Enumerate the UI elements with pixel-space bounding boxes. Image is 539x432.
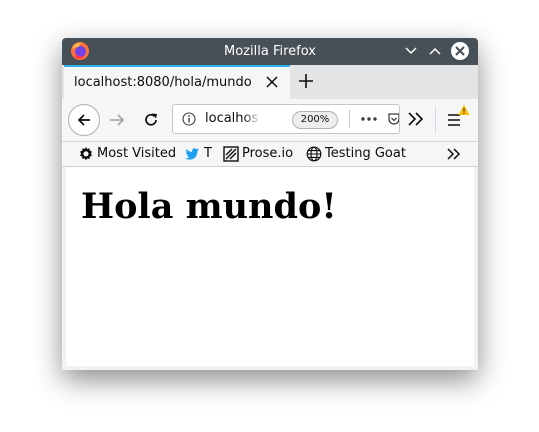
- bookmark-label: T: [204, 146, 212, 161]
- back-button[interactable]: [68, 104, 100, 136]
- back-arrow-icon: [77, 114, 90, 126]
- url-fade: [243, 107, 261, 131]
- url-bar-separator: [349, 110, 350, 128]
- prose-icon: [223, 146, 239, 162]
- url-bar[interactable]: localhost 200%: [172, 104, 400, 134]
- close-window-button[interactable]: [451, 42, 469, 60]
- gear-icon: [80, 147, 92, 161]
- tab-active[interactable]: localhost:8080/hola/mundo: [64, 65, 290, 99]
- page-heading: Hola mundo!: [81, 186, 337, 227]
- tab-label: localhost:8080/hola/mundo: [74, 75, 252, 90]
- tab-strip: localhost:8080/hola/mundo: [62, 65, 478, 99]
- globe-icon: [306, 146, 322, 162]
- pocket-icon[interactable]: [387, 112, 400, 126]
- page-content: Hola mundo!: [66, 167, 474, 366]
- close-tab-icon[interactable]: [265, 75, 279, 89]
- reload-button[interactable]: [142, 111, 160, 129]
- warning-badge-icon: [458, 104, 470, 115]
- twitter-bird-icon: [185, 148, 199, 160]
- page-actions-icon[interactable]: [360, 114, 378, 124]
- minimize-button[interactable]: [402, 42, 420, 60]
- title-bar: Mozilla Firefox: [62, 38, 478, 65]
- new-tab-button[interactable]: [298, 73, 314, 89]
- navigation-toolbar: localhost 200%: [62, 99, 478, 142]
- forward-button[interactable]: [108, 111, 126, 129]
- maximize-button[interactable]: [426, 42, 444, 60]
- bookmarks-toolbar: Most Visited T Prose.io Testing Goat: [62, 142, 478, 167]
- bookmarks-overflow-icon[interactable]: [446, 147, 462, 161]
- zoom-level-badge[interactable]: 200%: [292, 111, 338, 129]
- info-icon[interactable]: [182, 112, 196, 126]
- toolbar-overflow-icon[interactable]: [406, 110, 426, 128]
- bookmark-label: Most Visited: [97, 146, 177, 161]
- browser-window: Mozilla Firefox localhost:8080/hola/mund…: [62, 38, 478, 370]
- bookmark-label: Prose.io: [242, 146, 294, 161]
- toolbar-separator: [435, 107, 436, 133]
- bookmark-label: Testing Goat: [325, 146, 406, 161]
